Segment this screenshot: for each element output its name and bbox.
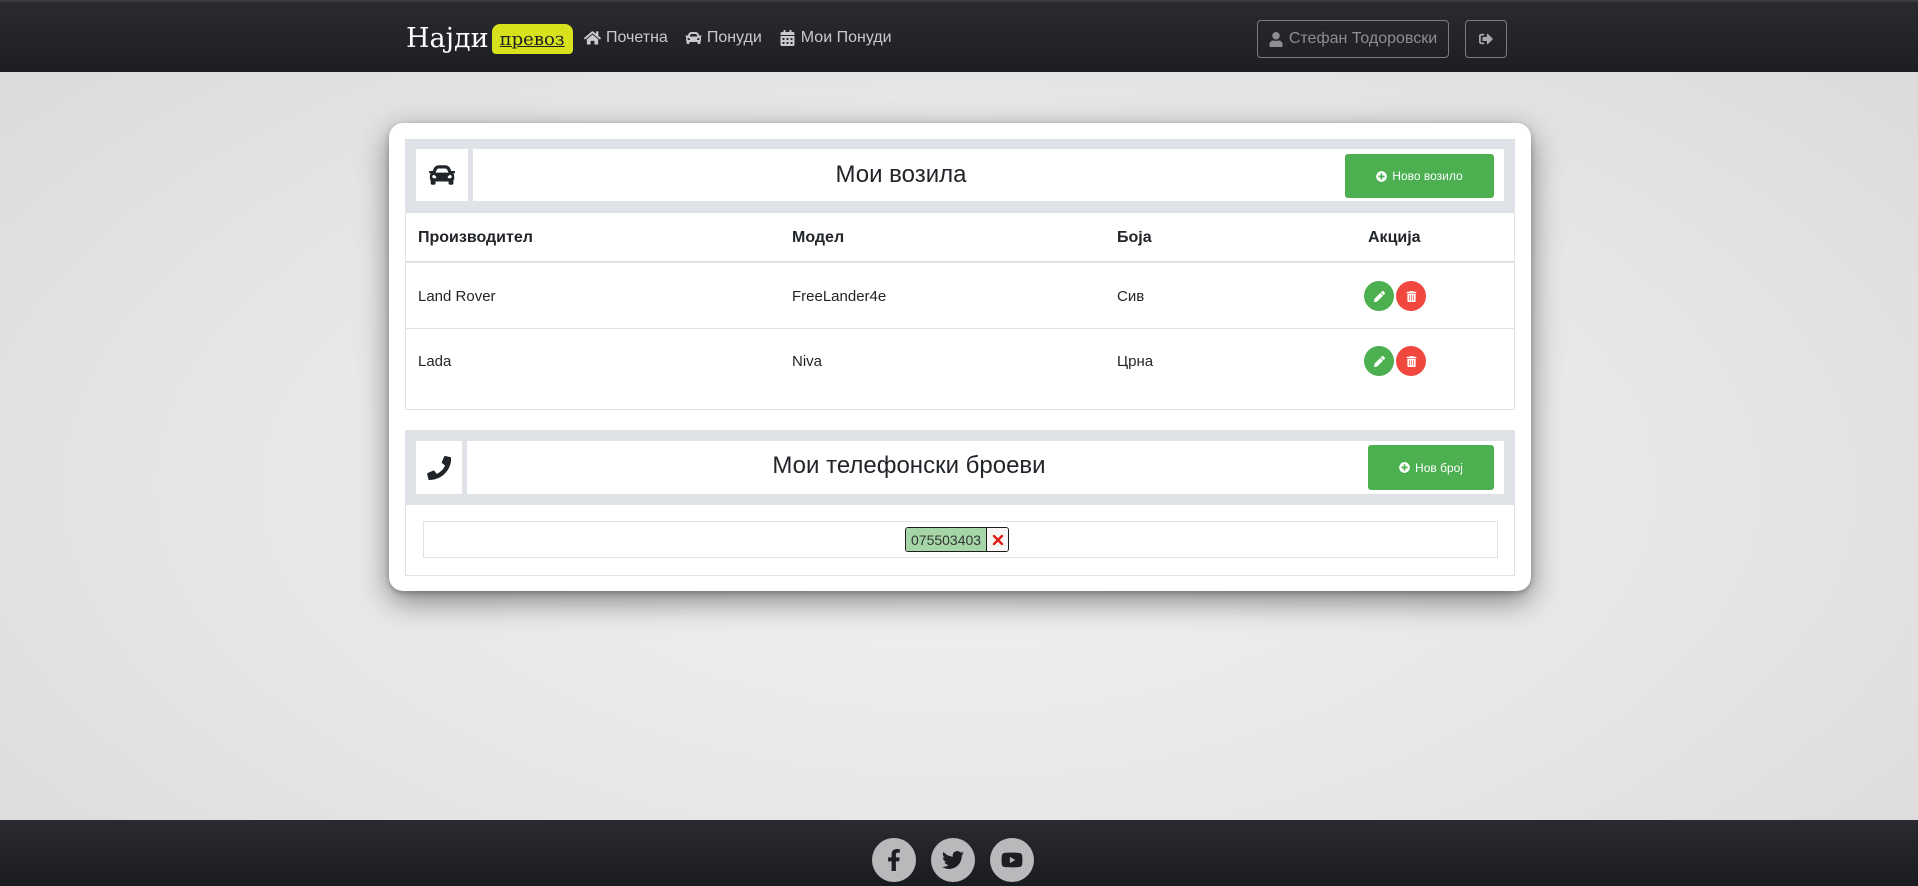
trash-icon: [1406, 355, 1416, 367]
pencil-icon: [1373, 290, 1385, 302]
nav-link-offers[interactable]: Понуди: [685, 24, 762, 52]
youtube-link[interactable]: [990, 838, 1034, 882]
user-profile-button[interactable]: Стефан Тодоровски: [1257, 20, 1449, 58]
nav-links: Почетна Понуди Мои Понуди: [584, 24, 892, 52]
calendar-icon: [780, 30, 795, 46]
youtube-icon: [1001, 852, 1023, 868]
nav-link-offers-label: Понуди: [706, 29, 762, 46]
cell-color: Сив: [1117, 288, 1145, 305]
trash-icon: [1406, 290, 1416, 302]
phones-header: Мои телефонски броеви Нов број: [405, 430, 1515, 505]
phones-container: 075503403: [423, 521, 1498, 558]
logout-button[interactable]: [1465, 20, 1507, 58]
footer: [0, 820, 1918, 886]
brand-text: Најди: [406, 22, 489, 54]
phone-number: 075503403: [906, 528, 988, 551]
vehicles-icon-box: [416, 149, 468, 201]
add-vehicle-label: Ново возило: [1392, 169, 1463, 183]
col-header-action: Акција: [1368, 229, 1421, 246]
user-name: Стефан Тодоровски: [1288, 30, 1438, 47]
vehicles-header: Мои возила Ново возило: [405, 139, 1515, 213]
car-icon: [685, 32, 702, 45]
user-icon: [1269, 31, 1283, 47]
facebook-icon: [888, 849, 900, 871]
top-navbar: Најди превоз Почетна Понуди Мои Понуди С…: [0, 0, 1918, 72]
brand-logo[interactable]: Најди превоз: [406, 20, 573, 56]
header-divider: [406, 261, 1514, 263]
phones-list: 075503403: [405, 505, 1515, 576]
phone-icon: [427, 455, 451, 480]
facebook-link[interactable]: [872, 838, 916, 882]
nav-link-home[interactable]: Почетна: [584, 24, 668, 52]
nav-link-home-label: Почетна: [606, 29, 668, 46]
delete-vehicle-button[interactable]: [1396, 281, 1426, 311]
twitter-link[interactable]: [931, 838, 975, 882]
vehicles-table: Производител Модел Боја Акција Land Rove…: [405, 213, 1515, 410]
close-icon: [992, 534, 1003, 545]
twitter-icon: [942, 851, 964, 869]
col-header-manufacturer: Производител: [418, 229, 533, 246]
vehicles-title: Мои возила: [835, 161, 967, 188]
delete-phone-button[interactable]: [987, 528, 1009, 551]
pencil-icon: [1373, 355, 1385, 367]
phone-chip: 075503403: [905, 527, 1010, 552]
cell-manufacturer: Lada: [418, 353, 452, 370]
nav-link-my-offers[interactable]: Мои Понуди: [779, 24, 892, 52]
phones-icon-box: [416, 441, 462, 494]
col-header-model: Модел: [792, 229, 845, 246]
row-divider: [406, 328, 1514, 329]
phones-title: Мои телефонски броеви: [772, 452, 1046, 479]
col-header-color: Боја: [1117, 229, 1152, 246]
add-vehicle-button[interactable]: Ново возило: [1345, 154, 1494, 198]
add-phone-button[interactable]: Нов број: [1368, 445, 1494, 490]
sign-out-icon: [1479, 33, 1493, 45]
cell-model: Niva: [792, 353, 823, 370]
plus-circle-icon: [1399, 462, 1410, 473]
edit-vehicle-button[interactable]: [1364, 346, 1394, 376]
add-phone-label: Нов број: [1415, 460, 1463, 475]
brand-box: превоз: [491, 24, 573, 54]
delete-vehicle-button[interactable]: [1396, 346, 1426, 376]
edit-vehicle-button[interactable]: [1364, 281, 1394, 311]
cell-manufacturer: Land Rover: [418, 288, 496, 305]
cell-model: FreeLander4e: [792, 288, 887, 305]
brand-box-text: превоз: [499, 28, 565, 50]
plus-circle-icon: [1376, 170, 1388, 182]
car-icon: [429, 165, 456, 185]
cell-color: Црна: [1117, 353, 1154, 370]
home-icon: [584, 31, 601, 45]
nav-link-my-offers-label: Мои Понуди: [800, 29, 892, 46]
